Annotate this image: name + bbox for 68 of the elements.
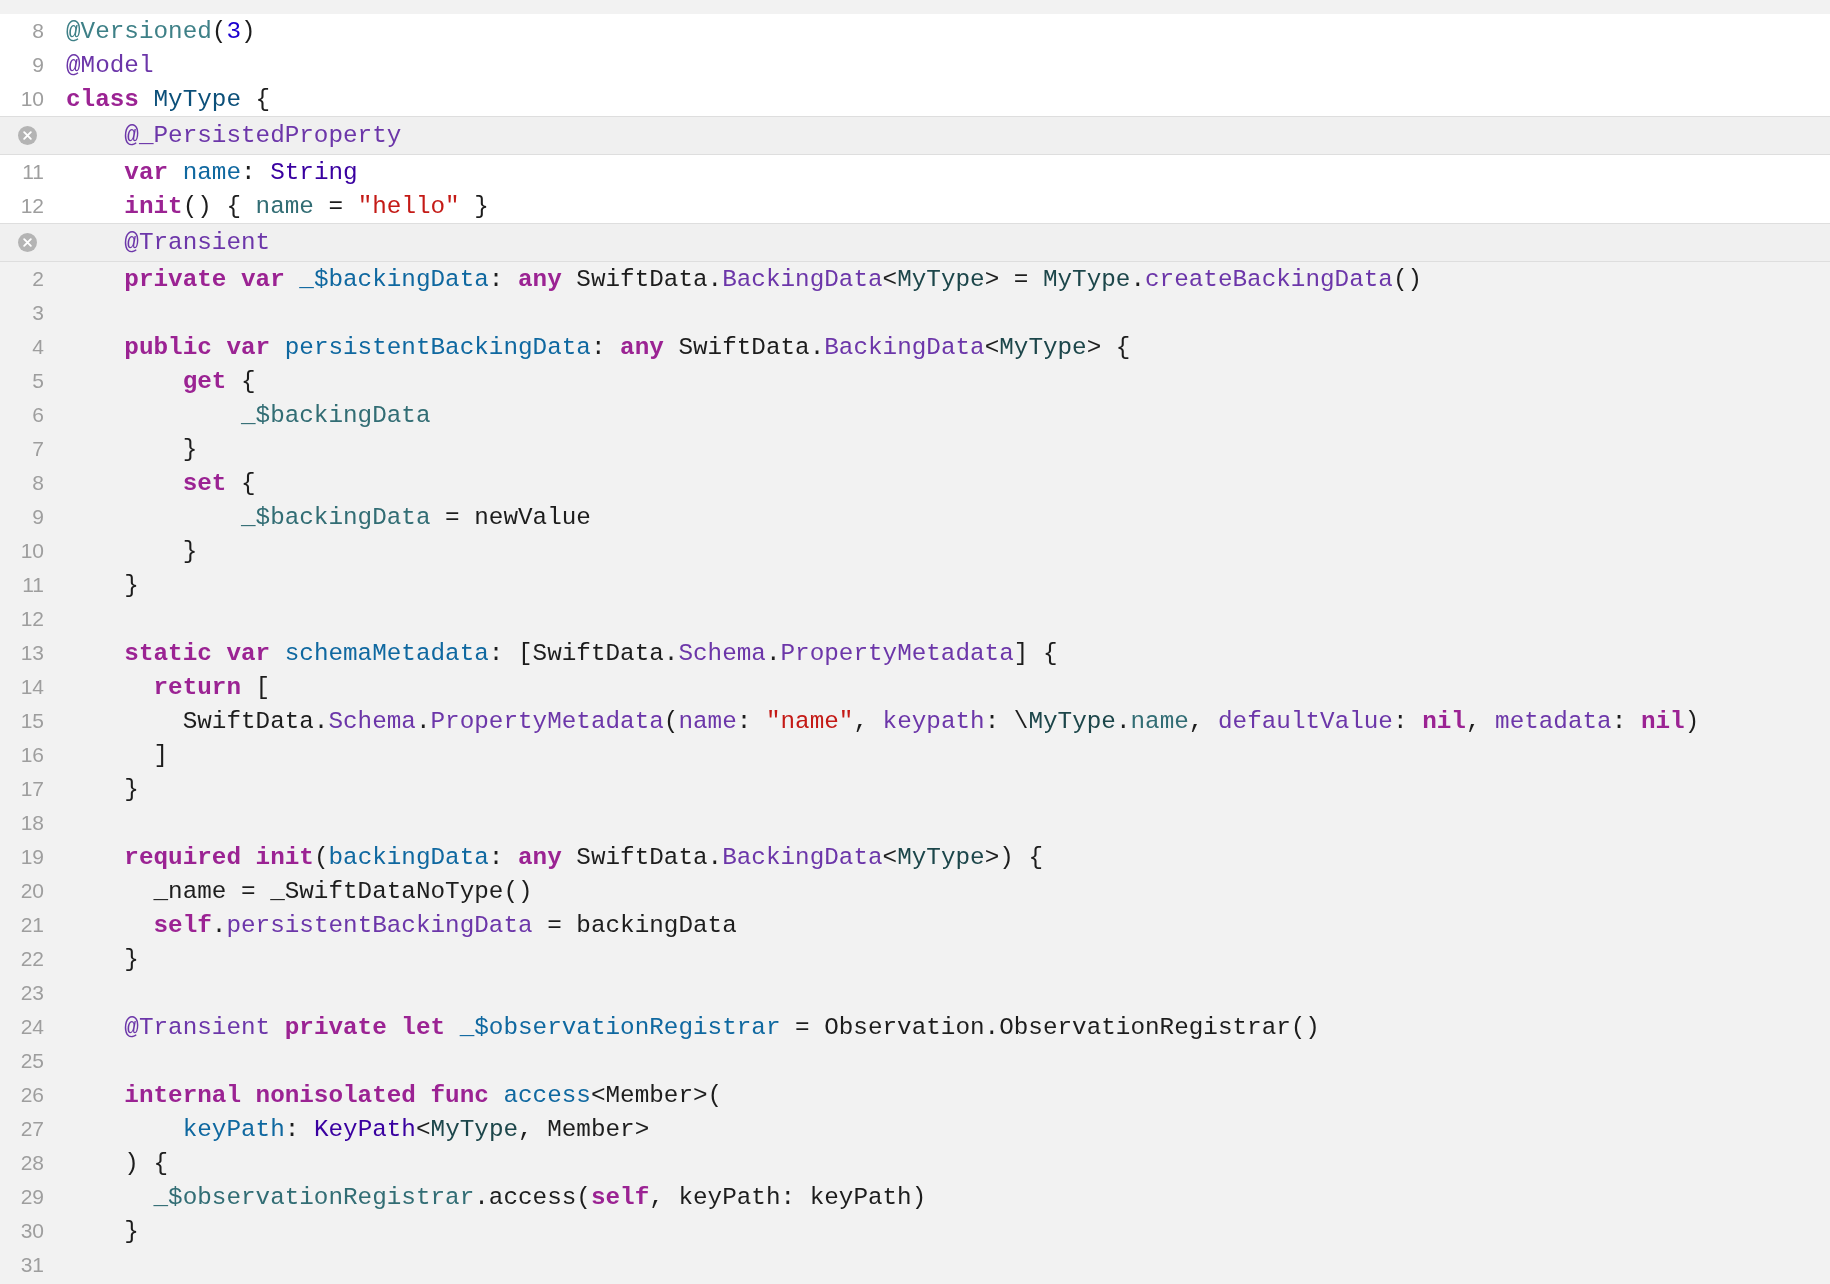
code-line: internal nonisolated func access<Member>( xyxy=(123,1081,723,1109)
line-number: 18 xyxy=(20,811,44,835)
code-line: set { xyxy=(181,469,256,497)
line-number: 17 xyxy=(20,777,44,801)
line-number: 14 xyxy=(20,675,44,699)
line-number: 28 xyxy=(20,1151,44,1175)
line-number: 11 xyxy=(22,160,44,184)
code-line: } xyxy=(181,435,198,463)
code-line: @Model xyxy=(66,51,154,79)
code-line: _name = _SwiftDataNoType() xyxy=(152,877,533,905)
close-icon[interactable] xyxy=(18,233,37,252)
line-number: 20 xyxy=(20,879,44,903)
line-number: 31 xyxy=(20,1253,44,1277)
line-number: 16 xyxy=(20,743,44,767)
code-line: private var _$backingData: any SwiftData.BackingData<MyType> = MyType.createBackingData() xyxy=(123,265,1423,293)
line-number: 22 xyxy=(20,947,44,971)
line-number: 19 xyxy=(20,845,44,869)
code-line: static var schemaMetadata: [SwiftData.Schema.PropertyMetadata] { xyxy=(123,639,1058,667)
code-line: ] xyxy=(152,741,169,769)
code-line: var name: String xyxy=(123,158,358,186)
line-number: 10 xyxy=(20,87,44,111)
line-number: 8 xyxy=(32,471,44,495)
code-line: public var persistentBackingData: any SwiftData.BackingData<MyType> { xyxy=(123,333,1131,361)
code-line: _$backingData xyxy=(239,401,431,429)
code-line: ) { xyxy=(123,1149,169,1177)
code-line: init() { name = "hello" } xyxy=(123,192,489,220)
close-icon[interactable] xyxy=(18,126,37,145)
code-line: get { xyxy=(181,367,256,395)
line-number: 10 xyxy=(20,539,44,563)
code-line: } xyxy=(181,537,198,565)
line-number: 11 xyxy=(22,573,44,597)
line-number: 7 xyxy=(32,437,44,461)
code-line: self.persistentBackingData = backingData xyxy=(152,911,737,939)
code-line: return [ xyxy=(152,673,271,701)
line-number: 12 xyxy=(20,607,44,631)
code-line: @Transient private let _$observationRegistrar = Observation.ObservationRegistrar() xyxy=(123,1013,1320,1041)
line-number: 9 xyxy=(32,53,44,77)
line-number: 12 xyxy=(20,194,44,218)
line-number: 2 xyxy=(32,267,44,291)
line-number: 23 xyxy=(20,981,44,1005)
code-line: } xyxy=(123,1217,139,1245)
code-line: } xyxy=(123,571,139,599)
line-number: 13 xyxy=(20,641,44,665)
code-line: _$backingData = newValue xyxy=(239,503,591,531)
line-number: 25 xyxy=(20,1049,44,1073)
code-line: required init(backingData: any SwiftData.BackingData<MyType>) { xyxy=(123,843,1043,871)
line-number: 24 xyxy=(20,1015,44,1039)
line-number: 6 xyxy=(32,403,44,427)
macro-attribute: @_PersistedProperty xyxy=(123,122,402,149)
line-number: 15 xyxy=(20,709,44,733)
line-number: 9 xyxy=(32,505,44,529)
line-number: 27 xyxy=(20,1117,44,1141)
code-line: SwiftData.Schema.PropertyMetadata(name: "name", keypath: \MyType.name, defaultValue: nil, metadata: nil) xyxy=(181,707,1700,735)
line-number: 3 xyxy=(32,301,44,325)
code-line: } xyxy=(123,775,139,803)
code-line: @Versioned(3) xyxy=(66,17,256,45)
code-line: _$observationRegistrar.access(self, keyPath: keyPath) xyxy=(152,1183,927,1211)
line-number: 5 xyxy=(32,369,44,393)
line-number: 8 xyxy=(32,19,44,43)
code-line: keyPath: KeyPath<MyType, Member> xyxy=(181,1115,650,1143)
code-line: } xyxy=(123,945,139,973)
code-line: class MyType { xyxy=(66,85,271,113)
line-number: 26 xyxy=(20,1083,44,1107)
line-number: 29 xyxy=(20,1185,44,1209)
line-number: 4 xyxy=(32,335,44,359)
line-number: 21 xyxy=(20,913,44,937)
line-number: 30 xyxy=(20,1219,44,1243)
macro-attribute: @Transient xyxy=(123,229,271,256)
